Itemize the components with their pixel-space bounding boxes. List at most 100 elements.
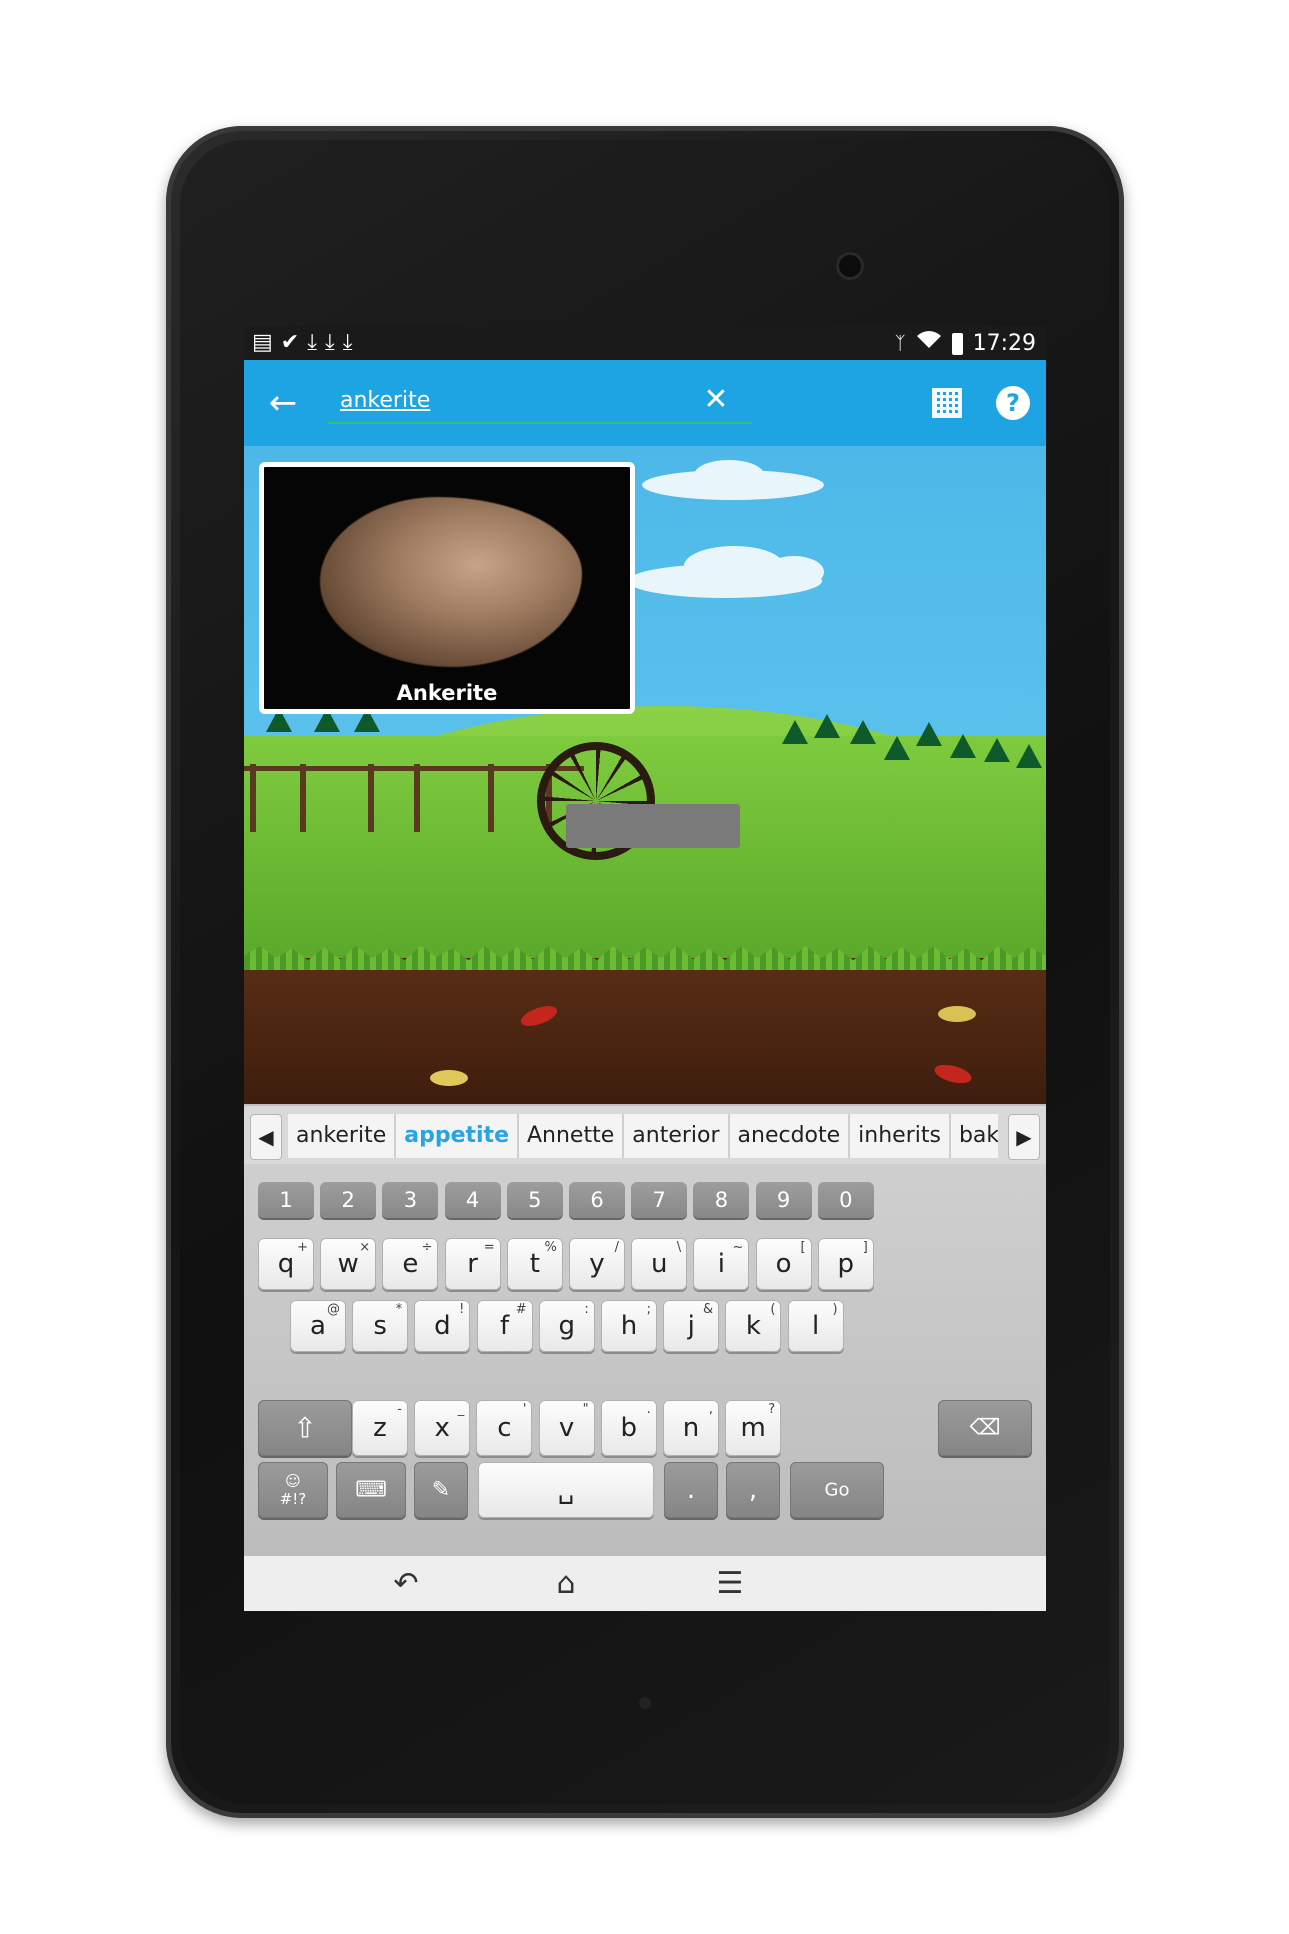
- letter-key[interactable]: .b: [600, 1400, 657, 1456]
- key-label: 9: [776, 1188, 791, 1212]
- key-label: b: [620, 1413, 638, 1443]
- help-icon[interactable]: ?: [996, 386, 1030, 420]
- navigation-bar: ↶ ⌂ ☰: [244, 1556, 1046, 1611]
- back-icon[interactable]: ↶: [376, 1564, 436, 1604]
- letter-key[interactable]: ; h: [601, 1300, 657, 1352]
- key-label: z: [373, 1413, 387, 1443]
- key-label: 7: [652, 1188, 666, 1212]
- letter-key[interactable]: % t: [506, 1238, 563, 1290]
- suggestion-item[interactable]: anecdote: [729, 1114, 851, 1158]
- letter-key[interactable]: = r: [444, 1238, 501, 1290]
- number-key[interactable]: 6: [569, 1182, 625, 1218]
- clear-icon[interactable]: ✕: [696, 380, 736, 420]
- key-label: w: [337, 1249, 359, 1279]
- letter-key[interactable]: # f: [476, 1300, 533, 1352]
- key-label: o: [775, 1249, 792, 1279]
- suggestion-next-button[interactable]: ▶: [1008, 1114, 1040, 1160]
- search-input[interactable]: [328, 378, 752, 424]
- letter-key[interactable]: -z: [352, 1400, 408, 1456]
- letter-key[interactable]: ÷ e: [382, 1238, 439, 1290]
- letter-key[interactable]: * s: [352, 1300, 409, 1352]
- suggestion-item[interactable]: bakerie: [950, 1114, 998, 1158]
- letter-key[interactable]: [o: [755, 1238, 812, 1290]
- leaf: [430, 1070, 468, 1086]
- letter-key[interactable]: _ x: [414, 1400, 471, 1456]
- cloud: [764, 556, 824, 588]
- letter-key[interactable]: " v: [538, 1400, 595, 1456]
- menu-icon[interactable]: ☰: [700, 1564, 760, 1604]
- suggestion-item[interactable]: anterior: [624, 1114, 730, 1158]
- key-label: c: [497, 1413, 512, 1443]
- tree: [984, 738, 1010, 762]
- letter-key[interactable]: ,n: [663, 1400, 719, 1456]
- key-label: j: [687, 1311, 695, 1341]
- key-label: f: [500, 1311, 510, 1341]
- letter-key[interactable]: ? m: [725, 1400, 782, 1456]
- tree: [814, 714, 840, 738]
- key-label: g: [558, 1311, 576, 1341]
- number-key[interactable]: 5: [506, 1182, 563, 1218]
- letter-key[interactable]: ~ i: [693, 1238, 750, 1290]
- comma-key[interactable]: ,: [726, 1462, 780, 1518]
- letter-key[interactable]: ] p: [817, 1238, 874, 1290]
- letter-key[interactable]: \ u: [631, 1238, 688, 1290]
- leaf: [938, 1006, 976, 1022]
- go-key[interactable]: Go: [790, 1462, 884, 1518]
- suggestion-item[interactable]: appetite: [396, 1114, 519, 1158]
- number-key[interactable]: 4: [444, 1182, 501, 1218]
- key-label: p: [837, 1249, 855, 1279]
- download-icon: ⤓: [307, 330, 317, 355]
- key-label: u: [650, 1249, 668, 1279]
- keyboard-icon: ⌨: [355, 1477, 387, 1503]
- number-key[interactable]: 0: [817, 1182, 874, 1218]
- letter-key[interactable]: & j: [663, 1300, 720, 1352]
- key-label: q: [277, 1249, 295, 1279]
- download-icon: ⤓: [342, 330, 353, 355]
- qr-code-icon[interactable]: [932, 388, 962, 418]
- key-label: 5: [528, 1188, 542, 1212]
- system-icons: ᛉ 17:29: [895, 330, 1036, 357]
- key-label: d: [434, 1311, 451, 1341]
- home-icon[interactable]: ⌂: [536, 1564, 596, 1604]
- status-bar: ▤ ✔ ⤓ ⤓ ⤓ ᛉ 17:29: [244, 326, 1046, 360]
- number-key[interactable]: 3: [382, 1182, 439, 1218]
- letter-key[interactable]: ' c: [476, 1400, 533, 1456]
- letter-key[interactable]: ) l: [787, 1300, 844, 1352]
- tree: [950, 734, 976, 758]
- key-label: x: [434, 1413, 450, 1443]
- clock: 17:29: [972, 330, 1036, 356]
- suggestion-item[interactable]: Annette: [519, 1114, 625, 1158]
- letter-key[interactable]: + q: [258, 1238, 314, 1290]
- number-key[interactable]: 8: [693, 1182, 750, 1218]
- number-key[interactable]: 9: [755, 1182, 812, 1218]
- number-key[interactable]: 7: [631, 1182, 688, 1218]
- stone-wall: [566, 804, 740, 848]
- suggestion-item[interactable]: inherits: [850, 1114, 951, 1158]
- emoji-symbols-key[interactable]: ☺ #!?: [258, 1462, 328, 1518]
- wifi-icon: [916, 330, 942, 357]
- backspace-key[interactable]: ⌫: [938, 1400, 1032, 1456]
- letter-key[interactable]: × w: [320, 1238, 377, 1290]
- handwriting-key[interactable]: ✎: [414, 1462, 468, 1518]
- suggestion-prev-button[interactable]: ◀: [250, 1114, 282, 1160]
- tree: [850, 720, 876, 744]
- key-label: a: [310, 1311, 326, 1341]
- key-label: v: [558, 1413, 575, 1443]
- letter-key[interactable]: :g: [538, 1300, 595, 1352]
- shift-key[interactable]: ⇧: [258, 1400, 352, 1456]
- letter-key[interactable]: / y: [569, 1238, 625, 1290]
- number-key[interactable]: 2: [320, 1182, 377, 1218]
- period-key[interactable]: .: [664, 1462, 718, 1518]
- back-arrow-icon[interactable]: ←: [262, 382, 304, 424]
- letter-key[interactable]: @ a: [290, 1300, 346, 1352]
- image-icon: ▤: [252, 330, 273, 355]
- letter-key[interactable]: (k: [725, 1300, 782, 1352]
- result-card[interactable]: Ankerite: [259, 462, 635, 714]
- suggestion-item[interactable]: ankerite: [288, 1114, 397, 1158]
- tree: [884, 736, 910, 760]
- keyboard-switch-key[interactable]: ⌨: [336, 1462, 406, 1518]
- mineral-image: [320, 497, 582, 667]
- number-key[interactable]: 1: [258, 1182, 314, 1218]
- letter-key[interactable]: ! d: [414, 1300, 471, 1352]
- space-key[interactable]: ␣: [478, 1462, 654, 1518]
